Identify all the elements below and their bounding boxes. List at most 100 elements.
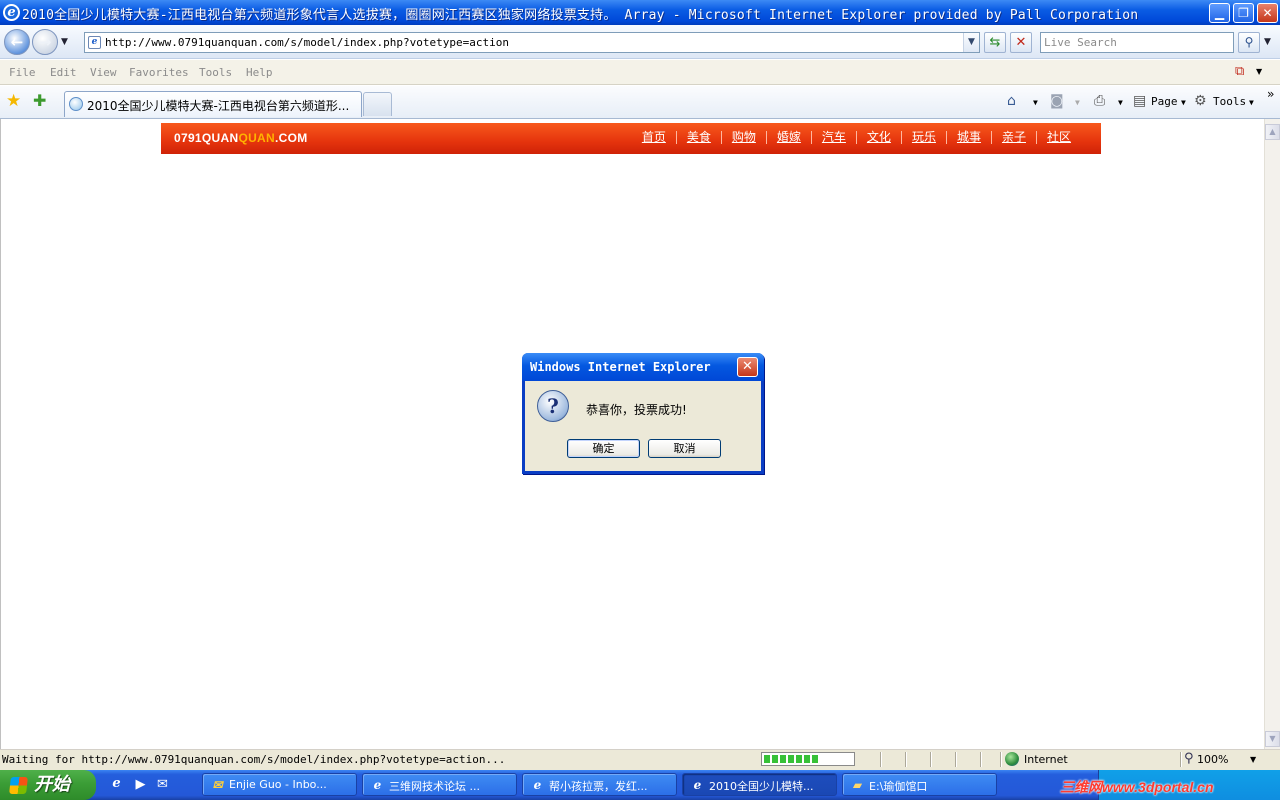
nav-community[interactable]: 社区 [1035, 131, 1081, 144]
taskbar-item-label: E:\瑜伽馆口 [869, 780, 928, 793]
feeds-icon[interactable]: ◙ [1050, 93, 1064, 109]
zoom-level[interactable]: 100% [1197, 753, 1228, 766]
history-dropdown-icon[interactable]: ▼ [61, 37, 68, 47]
taskbar-item[interactable]: e 三维网技术论坛 ... [362, 773, 517, 796]
tools-dropdown-icon[interactable]: ▼ [1249, 98, 1254, 107]
taskbar-item[interactable]: e 帮小孩拉票，发红... [522, 773, 677, 796]
dialog-close-button[interactable]: ✕ [737, 357, 758, 377]
nav-food[interactable]: 美食 [675, 131, 721, 144]
refresh-icon: ⇆ [989, 35, 1001, 50]
media-player-icon[interactable]: ▶ [132, 776, 149, 793]
status-divider [905, 752, 907, 767]
nav-wedding[interactable]: 婚嫁 [765, 131, 811, 144]
dialog-message: 恭喜你，投票成功! [586, 403, 687, 417]
search-input[interactable] [1041, 33, 1233, 52]
print-icon[interactable]: ⎙ [1094, 93, 1105, 109]
gear-icon: ⚙ [1194, 93, 1207, 109]
nav-home[interactable]: 首页 [632, 131, 676, 144]
menu-help[interactable]: Help [246, 66, 273, 79]
close-window-button[interactable]: ✕ [1257, 3, 1278, 23]
ok-button[interactable]: 确定 [567, 439, 640, 458]
windows-logo-icon [9, 777, 28, 794]
nav-parenting[interactable]: 亲子 [990, 131, 1036, 144]
taskbar-item-label: 三维网技术论坛 ... [389, 780, 480, 793]
address-dropdown-icon[interactable]: ▼ [963, 33, 979, 52]
menu-view[interactable]: View [90, 66, 117, 79]
dialog-title-bar[interactable]: Windows Internet Explorer ✕ [522, 353, 764, 381]
tools-menu-button[interactable]: Tools [1213, 95, 1246, 108]
print-dropdown-icon[interactable]: ▼ [1118, 98, 1123, 107]
ie-quicklaunch-icon[interactable]: e [108, 776, 125, 793]
vertical-scrollbar[interactable] [1264, 119, 1280, 749]
home-dropdown-icon[interactable]: ▼ [1033, 98, 1038, 107]
status-divider [955, 752, 957, 767]
nav-shopping[interactable]: 购物 [720, 131, 766, 144]
favorites-star-icon[interactable]: ★ [6, 91, 21, 111]
scroll-down-icon[interactable]: ▼ [1265, 731, 1280, 747]
security-zone[interactable]: Internet [1024, 753, 1068, 766]
minimize-button[interactable]: ▁ [1209, 3, 1230, 23]
dialog-title: Windows Internet Explorer [530, 360, 711, 374]
taskbar-item-active[interactable]: e 2010全国少儿模特... [682, 773, 837, 796]
outlook-icon: ✉ [212, 778, 223, 792]
question-icon: ? [537, 390, 569, 422]
page-icon: e [88, 36, 101, 49]
chevron-more-icon[interactable]: » [1267, 87, 1274, 101]
menu-edit[interactable]: Edit [50, 66, 77, 79]
search-box[interactable] [1040, 32, 1234, 53]
menu-tools[interactable]: Tools [199, 66, 232, 79]
home-icon[interactable]: ⌂ [1007, 93, 1016, 109]
ie-app-icon: e [3, 4, 20, 21]
tab-active[interactable]: 2010全国少儿模特大赛-江西电视台第六频道形... [64, 91, 362, 117]
nav-city[interactable]: 城事 [945, 131, 991, 144]
tab-title: 2010全国少儿模特大赛-江西电视台第六频道形... [87, 99, 350, 113]
page-menu-button[interactable]: Page [1151, 95, 1178, 108]
nav-culture[interactable]: 文化 [855, 131, 901, 144]
search-options-icon[interactable]: ▼ [1264, 37, 1271, 47]
ie-icon: e [693, 778, 702, 792]
stop-button[interactable]: ✕ [1010, 32, 1032, 53]
status-divider [980, 752, 982, 767]
cancel-button[interactable]: 取消 [648, 439, 721, 458]
research-dropdown-icon[interactable]: ▼ [1256, 67, 1262, 76]
logo-text-1: 0791QUAN [174, 131, 239, 145]
nav-entertainment[interactable]: 玩乐 [900, 131, 946, 144]
menu-favorites[interactable]: Favorites [129, 66, 189, 79]
menu-file[interactable]: File [9, 66, 36, 79]
nav-cars[interactable]: 汽车 [810, 131, 856, 144]
progress-bar [761, 752, 855, 766]
window-title-bar[interactable]: e 2010全国少儿模特大赛-江西电视台第六频道形象代言人选拔赛，圈圈网江西赛区… [0, 0, 1280, 25]
zoom-icon: ⚲ [1184, 751, 1194, 766]
page-dropdown-icon[interactable]: ▼ [1181, 98, 1186, 107]
new-tab-button[interactable] [363, 92, 392, 116]
address-field[interactable]: e http://www.0791quanquan.com/s/model/in… [84, 32, 980, 53]
window-title: 2010全国少儿模特大赛-江西电视台第六频道形象代言人选拔赛，圈圈网江西赛区独家… [22, 8, 1139, 23]
research-icon[interactable]: ⧉ [1235, 64, 1244, 79]
status-divider [930, 752, 932, 767]
forward-arrow-icon: → [38, 33, 52, 51]
forward-button[interactable]: → [32, 29, 58, 55]
site-logo[interactable]: 0791QUANQUAN.COM [174, 131, 308, 145]
search-button[interactable]: ⚲ [1238, 32, 1260, 53]
taskbar-item-label: 2010全国少儿模特... [709, 780, 814, 793]
taskbar-item[interactable]: ▰ E:\瑜伽馆口 [842, 773, 997, 796]
status-divider [1180, 752, 1182, 767]
close-icon: ✕ [742, 359, 753, 374]
add-favorite-icon[interactable]: ✚ [33, 91, 46, 110]
folder-icon: ▰ [852, 778, 863, 792]
status-divider [880, 752, 882, 767]
feeds-dropdown-icon[interactable]: ▼ [1075, 98, 1080, 107]
address-url[interactable]: http://www.0791quanquan.com/s/model/inde… [105, 36, 509, 49]
refresh-button[interactable]: ⇆ [984, 32, 1006, 53]
outlook-quicklaunch-icon[interactable]: ✉ [154, 776, 171, 793]
taskbar-item-label: Enjie Guo - Inbo... [229, 778, 327, 791]
logo-text-2: QUAN [238, 131, 275, 145]
loading-icon [69, 97, 83, 111]
scroll-up-icon[interactable]: ▲ [1265, 124, 1280, 140]
taskbar-item[interactable]: ✉ Enjie Guo - Inbo... [202, 773, 357, 796]
back-arrow-icon: ← [10, 33, 24, 51]
restore-button[interactable]: ❐ [1233, 3, 1254, 23]
zoom-dropdown-icon[interactable]: ▼ [1250, 755, 1256, 764]
back-button[interactable]: ← [4, 29, 30, 55]
ie-icon: e [373, 778, 382, 792]
